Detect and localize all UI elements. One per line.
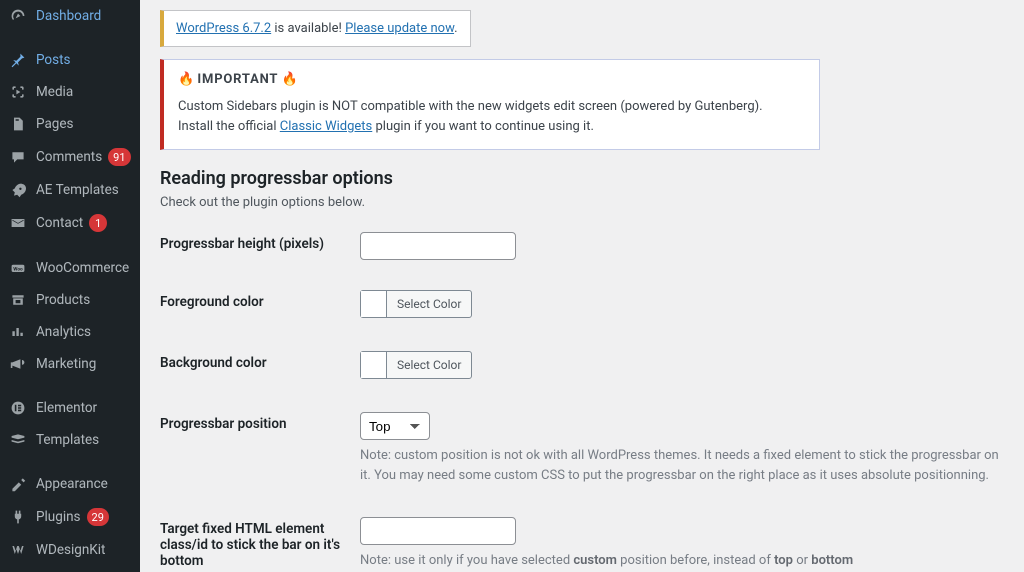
sidebar-item-label: AE Templates — [36, 182, 119, 198]
position-select[interactable]: Top — [360, 412, 430, 440]
warning-line-1: Custom Sidebars plugin is NOT compatible… — [178, 99, 763, 114]
media-icon — [8, 84, 28, 100]
sidebar-item-marketing[interactable]: Marketing — [0, 348, 140, 380]
count-badge: 1 — [89, 214, 107, 232]
target-label: Target fixed HTML element class/id to st… — [160, 517, 360, 569]
fire-icon: 🔥 — [178, 72, 194, 87]
count-badge: 29 — [87, 508, 109, 526]
wordpress-version-link[interactable]: WordPress 6.7.2 — [176, 21, 271, 36]
select-color-label: Select Color — [387, 297, 471, 311]
comment-icon — [8, 149, 28, 165]
sidebar-item-label: Contact — [36, 215, 83, 231]
sidebar-item-label: Marketing — [36, 356, 96, 372]
foreground-swatch — [361, 291, 387, 317]
sidebar-item-label: Analytics — [36, 324, 91, 340]
height-input[interactable] — [360, 232, 516, 260]
envelope-icon — [8, 215, 28, 231]
sidebar-item-comments[interactable]: Comments 91 — [0, 140, 140, 174]
marketing-icon — [8, 356, 28, 372]
sidebar-item-label: Dashboard — [36, 8, 101, 24]
sidebar-item-templates[interactable]: Templates — [0, 424, 140, 456]
height-label: Progressbar height (pixels) — [160, 232, 360, 252]
page-title: Reading progressbar options — [160, 168, 1004, 189]
target-note: Note: use it only if you have selected c… — [360, 551, 1000, 571]
update-notice-text: is available! — [271, 21, 345, 36]
templates-icon — [8, 432, 28, 448]
svg-text:Woo: Woo — [13, 266, 23, 272]
count-badge: 91 — [108, 148, 130, 166]
sidebar-item-wdesignkit[interactable]: WDesignKit — [0, 534, 140, 566]
page-subtitle: Check out the plugin options below. — [160, 195, 1004, 210]
page-icon — [8, 116, 28, 132]
sidebar-item-woocommerce[interactable]: Woo WooCommerce — [0, 252, 140, 284]
sidebar-item-label: Elementor — [36, 400, 97, 416]
sidebar-item-the-plus-addons[interactable]: The Plus Addons — [0, 566, 140, 572]
important-label: IMPORTANT — [197, 72, 278, 87]
wordpress-update-notice: WordPress 6.7.2 is available! Please upd… — [160, 10, 471, 47]
background-color-picker[interactable]: Select Color — [360, 351, 472, 379]
elementor-icon — [8, 400, 28, 416]
sidebar-item-label: Comments — [36, 149, 102, 165]
update-now-link[interactable]: Please update now — [345, 21, 454, 36]
sidebar-item-contact[interactable]: Contact 1 — [0, 206, 140, 240]
sidebar-item-label: WooCommerce — [36, 260, 129, 276]
sidebar-item-label: WDesignKit — [36, 542, 105, 558]
important-warning-notice: 🔥 IMPORTANT 🔥 Custom Sidebars plugin is … — [160, 59, 820, 150]
background-swatch — [361, 352, 387, 378]
foreground-color-label: Foreground color — [160, 290, 360, 310]
sidebar-item-media[interactable]: Media — [0, 76, 140, 108]
foreground-color-picker[interactable]: Select Color — [360, 290, 472, 318]
sidebar-item-plugins[interactable]: Plugins 29 — [0, 500, 140, 534]
plug-icon — [8, 509, 28, 525]
wdesign-icon — [8, 542, 28, 558]
sidebar-item-appearance[interactable]: Appearance — [0, 468, 140, 500]
background-color-label: Background color — [160, 351, 360, 371]
appearance-icon — [8, 476, 28, 492]
warning-line-2a: Install the official — [178, 119, 280, 134]
content-area: WordPress 6.7.2 is available! Please upd… — [140, 0, 1024, 572]
sidebar-item-label: Pages — [36, 116, 74, 132]
sidebar-item-elementor[interactable]: Elementor — [0, 392, 140, 424]
analytics-icon — [8, 324, 28, 340]
sidebar-item-label: Products — [36, 292, 90, 308]
sidebar-item-analytics[interactable]: Analytics — [0, 316, 140, 348]
warning-line-2b: plugin if you want to continue using it. — [372, 119, 594, 134]
target-input[interactable] — [360, 517, 516, 545]
sidebar-item-label: Plugins — [36, 509, 81, 525]
position-label: Progressbar position — [160, 412, 360, 432]
sidebar-item-dashboard[interactable]: Dashboard — [0, 0, 140, 32]
select-color-label: Select Color — [387, 358, 471, 372]
options-form: Progressbar height (pixels) Foreground c… — [160, 232, 1004, 570]
sidebar-item-ae-templates[interactable]: AE Templates — [0, 174, 140, 206]
sidebar-item-pages[interactable]: Pages — [0, 108, 140, 140]
classic-widgets-link[interactable]: Classic Widgets — [280, 119, 373, 134]
sidebar-item-posts[interactable]: Posts — [0, 44, 140, 76]
sidebar-item-label: Media — [36, 84, 73, 100]
products-icon — [8, 292, 28, 308]
sidebar-item-products[interactable]: Products — [0, 284, 140, 316]
admin-sidebar: Dashboard Posts Media Pages Comments 91 AE Tem… — [0, 0, 140, 572]
sidebar-item-label: Appearance — [36, 476, 108, 492]
sidebar-item-label: Posts — [36, 52, 70, 68]
pin-icon — [8, 52, 28, 68]
rocket-icon — [8, 182, 28, 198]
dashboard-icon — [8, 8, 28, 24]
fire-icon: 🔥 — [282, 72, 298, 87]
sidebar-item-label: Templates — [36, 432, 99, 448]
woo-icon: Woo — [8, 260, 28, 276]
position-note: Note: custom position is not ok with all… — [360, 446, 1000, 486]
